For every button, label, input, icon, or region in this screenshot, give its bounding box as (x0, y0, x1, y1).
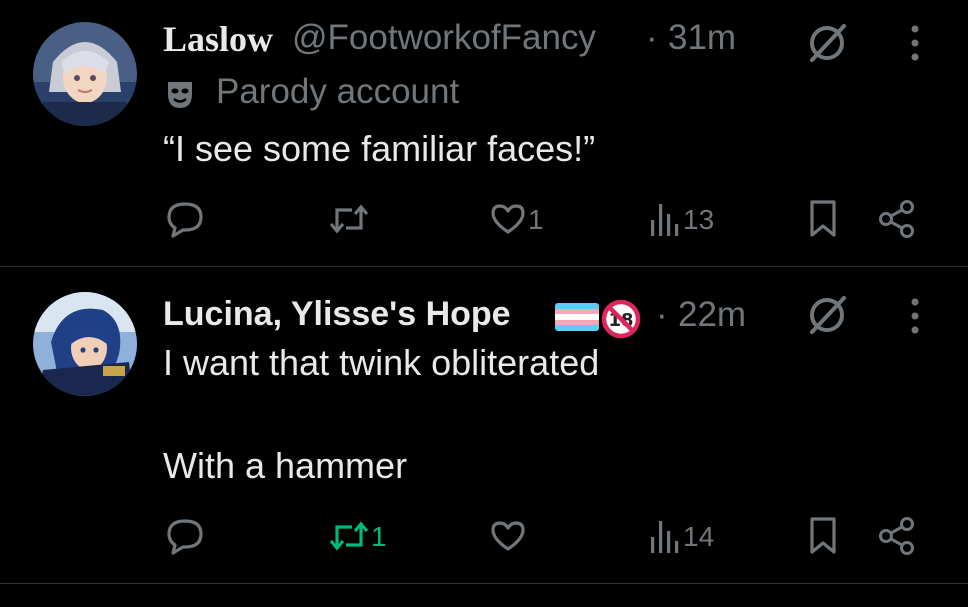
avatar[interactable] (33, 292, 137, 396)
heart-icon[interactable] (490, 203, 526, 235)
grok-icon[interactable] (806, 22, 848, 64)
more-icon[interactable] (908, 24, 922, 62)
bookmark-icon[interactable] (808, 516, 838, 556)
handle[interactable]: @FootworkofFancy (292, 18, 596, 58)
avatar[interactable] (33, 22, 137, 126)
view-count: 14 (683, 521, 715, 552)
separator: · (646, 18, 658, 57)
divider (0, 583, 968, 584)
tweet-1[interactable]: Laslow @FootworkofFancy · 31m Parody acc… (0, 0, 968, 266)
share-icon[interactable] (878, 199, 916, 239)
separator: · (656, 295, 668, 334)
heart-icon[interactable] (490, 520, 526, 552)
grok-icon[interactable] (806, 294, 848, 336)
display-name[interactable]: Laslow (163, 18, 273, 60)
trans-flag-emoji (555, 303, 599, 331)
view-count: 13 (683, 204, 715, 235)
more-icon[interactable] (908, 297, 922, 335)
display-name[interactable]: Lucina, Ylisse's Hope (163, 295, 511, 334)
tweet-2[interactable]: Lucina, Ylisse's Hope 18 · 22m I want th… (0, 267, 968, 583)
reply-icon[interactable] (165, 200, 205, 238)
retweet-count: 1 (371, 521, 387, 552)
timestamp[interactable]: 31m (668, 18, 736, 58)
retweet-icon[interactable] (328, 202, 370, 236)
views-icon[interactable] (648, 517, 680, 555)
tweet-text: “I see some familiar faces!” (163, 128, 596, 169)
reply-icon[interactable] (165, 517, 205, 555)
parody-mask-icon (168, 82, 192, 108)
no-under-18-emoji: 18 (601, 299, 641, 339)
parody-label: Parody account (216, 72, 460, 111)
like-count: 1 (528, 204, 544, 235)
tweet-text-line-1: I want that twink obliterated (163, 342, 600, 383)
bookmark-icon[interactable] (808, 199, 838, 239)
retweet-icon[interactable] (328, 519, 370, 553)
tweet-text-line-2: With a hammer (163, 445, 408, 486)
share-icon[interactable] (878, 516, 916, 556)
timestamp[interactable]: 22m (678, 295, 746, 335)
views-icon[interactable] (648, 200, 680, 238)
